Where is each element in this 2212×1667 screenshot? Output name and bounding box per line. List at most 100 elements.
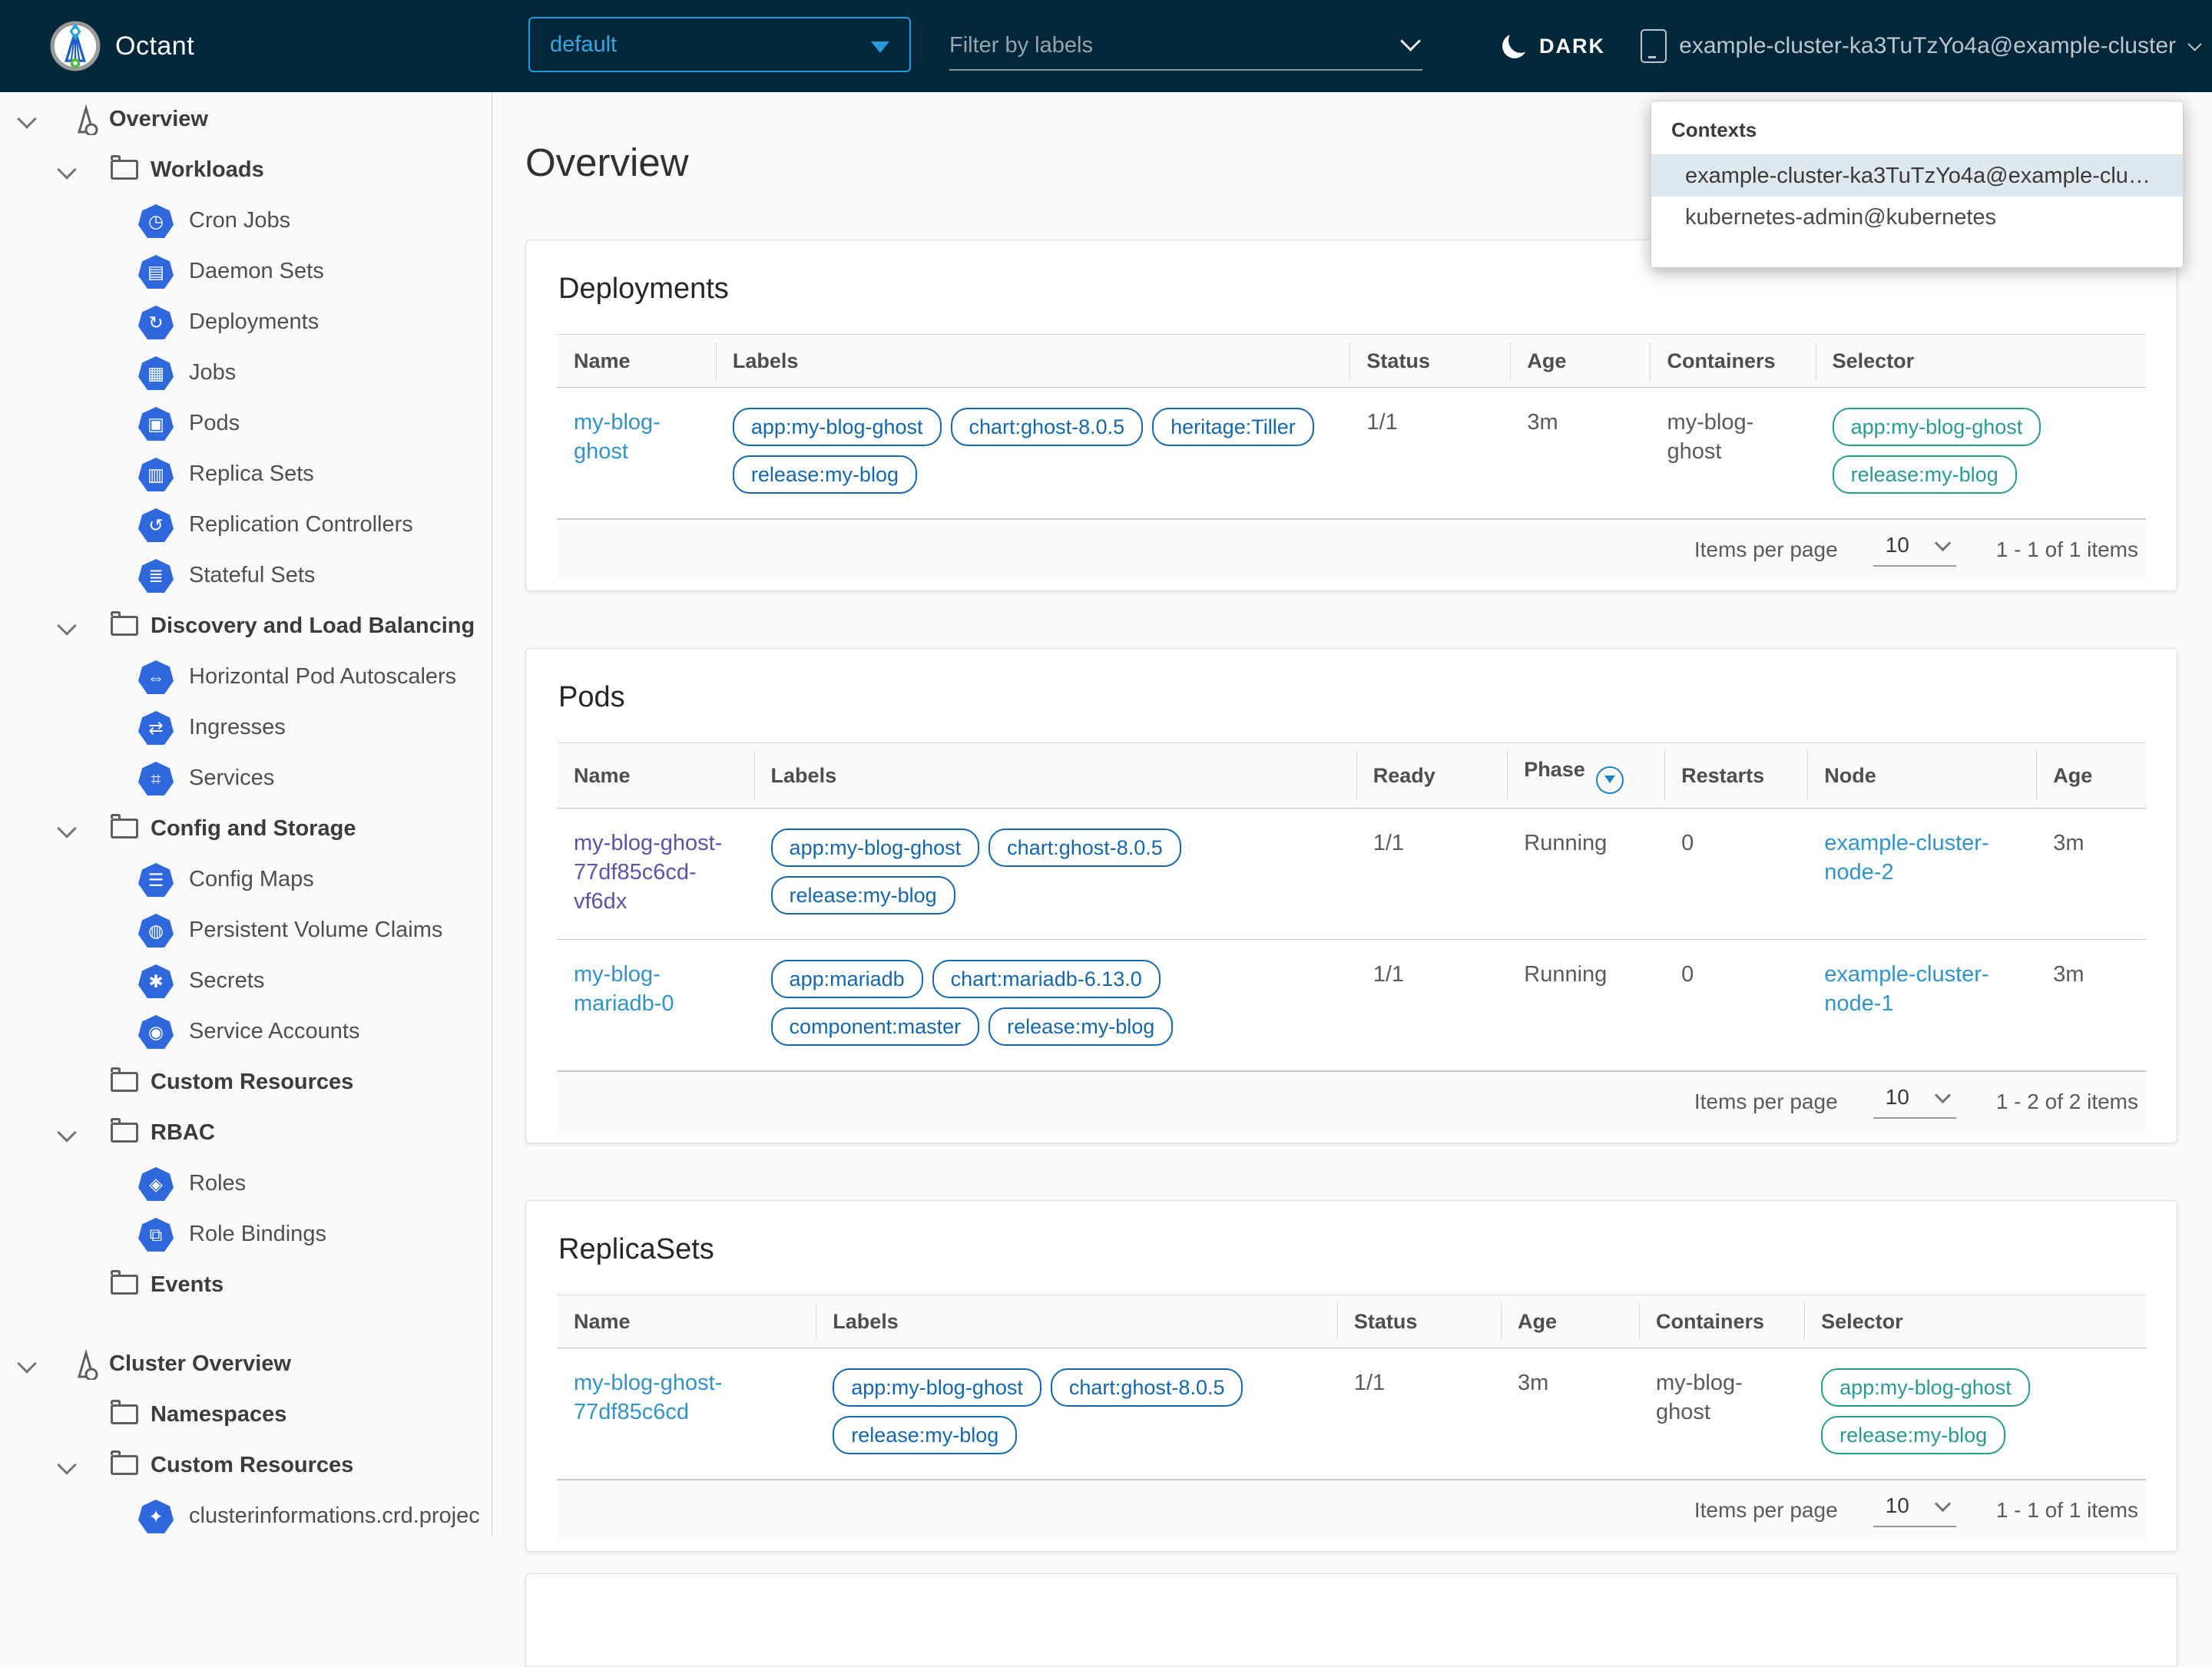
page-size-select[interactable]: 10 (1873, 1493, 1956, 1527)
sidebar-item-discovery-and-load-balancing[interactable]: Discovery and Load Balancing (0, 600, 492, 651)
items-per-page-label: Items per page (1694, 1498, 1838, 1523)
sidebar-item-roles[interactable]: ◈Roles (0, 1158, 492, 1209)
sidebar-item-ingresses[interactable]: ⇄Ingresses (0, 702, 492, 752)
table-cell: 3m (1510, 388, 1650, 519)
sidebar-item-overview[interactable]: Overview (0, 94, 492, 144)
sidebar-item-deployments[interactable]: ↻Deployments (0, 296, 492, 347)
table-cell: my-blog-ghost (557, 388, 716, 519)
label-badge: release:my-blog (733, 455, 917, 494)
caret-down-icon (871, 41, 889, 53)
table-pods: NameLabelsReadyPhaseRestartsNodeAgemy-bl… (557, 743, 2146, 1071)
label-badge: release:my-blog (771, 876, 955, 915)
filter-funnel-icon[interactable] (1596, 766, 1624, 794)
column-divider (1510, 342, 1511, 379)
namespace-selector[interactable]: default (528, 17, 911, 72)
label-filter-input[interactable]: Filter by labels (949, 21, 1422, 71)
resource-link[interactable]: my-blog-ghost (574, 410, 661, 464)
sidebar-item-custom-resources[interactable]: Custom Resources (0, 1440, 492, 1490)
deployments-icon: ↻ (138, 306, 174, 339)
page-size-select[interactable]: 10 (1873, 1085, 1956, 1119)
sidebar-item-workloads[interactable]: Workloads (0, 144, 492, 195)
label-filter-placeholder: Filter by labels (949, 33, 1093, 58)
resource-link[interactable]: my-blog-ghost-77df85c6cd (574, 1371, 722, 1424)
sidebar-item-services[interactable]: ⌗ Services (0, 752, 492, 803)
column-header-age: Age (1501, 1295, 1639, 1348)
chevron-down-icon[interactable] (57, 819, 76, 838)
label-badge: chart:mariadb-6.13.0 (932, 960, 1161, 998)
sidebar-item-config-and-storage[interactable]: Config and Storage (0, 803, 492, 854)
sidebar-item-namespaces[interactable]: Namespaces (0, 1389, 492, 1440)
chevron-down-icon[interactable] (17, 109, 36, 128)
sidebar-item-label: Services (189, 766, 274, 791)
sidebar-item-label: Config Maps (189, 867, 314, 892)
sidebar-item-jobs[interactable]: ▦Jobs (0, 347, 492, 398)
chevron-down-icon (1400, 31, 1421, 51)
sidebar-item-secrets[interactable]: ✱Secrets (0, 955, 492, 1006)
table-cell: 1/1 (1349, 388, 1510, 519)
theme-toggle-button[interactable]: DARK (1502, 0, 1605, 92)
table-row: my-blog-mariadb-0app:mariadbchart:mariad… (557, 940, 2146, 1071)
table-row: my-blog-ghost-77df85c6cd app:my-blog-ghos… (557, 1348, 2146, 1480)
sidebar-item-stateful-sets[interactable]: ≣Stateful Sets (0, 550, 492, 600)
label-badge: component:master (771, 1007, 980, 1046)
contexts-dropdown-title: Contexts (1651, 114, 2183, 155)
pagination-range: 1 - 1 of 1 items (1996, 1498, 2138, 1523)
table-cell: 1/1 (1337, 1348, 1501, 1480)
table-row: my-blog-ghostapp:my-blog-ghostchart:ghos… (557, 388, 2146, 519)
context-menu-item[interactable]: kubernetes-admin@kubernetes (1651, 197, 2183, 238)
label-badge: app:my-blog-ghost (733, 408, 942, 446)
sidebar-item-events[interactable]: Events (0, 1259, 492, 1310)
chevron-down-icon[interactable] (57, 160, 76, 179)
sidebar-item-label: Persistent Volume Claims (189, 918, 442, 943)
sidebar-item-rbac[interactable]: RBAC (0, 1107, 492, 1158)
sidebar-item-replica-sets[interactable]: ▥Replica Sets (0, 448, 492, 499)
context-switcher[interactable]: example-cluster-ka3TuTzYo4a@example-clus… (1641, 0, 2200, 92)
table-deployments: NameLabelsStatusAgeContainersSelectormy-… (557, 334, 2146, 519)
sidebar-item-horizontal-pod-autoscalers[interactable]: ⇔Horizontal Pod Autoscalers (0, 651, 492, 702)
applications-icon (66, 104, 100, 135)
resource-link[interactable]: example-cluster-node-2 (1824, 831, 1988, 885)
chevron-down-icon[interactable] (57, 616, 76, 635)
chevron-down-icon[interactable] (17, 1354, 36, 1373)
sidebar-item-service-accounts[interactable]: ◉Service Accounts (0, 1006, 492, 1057)
sidebar-item-label: Pods (189, 411, 240, 436)
column-divider (1650, 342, 1651, 379)
selector-badge: app:my-blog-ghost (1821, 1368, 2030, 1407)
resource-link[interactable]: my-blog-ghost-77df85c6cd-vf6dx (574, 831, 722, 914)
resource-link[interactable]: example-cluster-node-1 (1824, 962, 1988, 1016)
column-header-label: Age (1527, 349, 1566, 372)
folder-icon (111, 819, 138, 838)
sidebar-item-config-maps[interactable]: ☰Config Maps (0, 854, 492, 905)
page-size-select[interactable]: 10 (1873, 533, 1956, 567)
services-icon: ⌗ (138, 762, 174, 795)
column-header-label: Name (574, 349, 631, 372)
column-header-selector: Selector (1804, 1295, 2146, 1348)
sidebar-item-replication-controllers[interactable]: ↺Replication Controllers (0, 499, 492, 550)
table-row: my-blog-ghost-77df85c6cd-vf6dx app:my-blo… (557, 809, 2146, 940)
folder-icon (111, 1455, 138, 1475)
chevron-down-icon (1935, 1495, 1951, 1511)
folder-icon (111, 1123, 138, 1143)
context-menu-item[interactable]: example-cluster-ka3TuTzYo4a@example-clu… (1651, 155, 2183, 197)
column-header-labels: Labels (754, 743, 1356, 809)
column-divider (1664, 751, 1665, 800)
statefulsets-icon: ≣ (138, 559, 174, 593)
label-badge: app:my-blog-ghost (833, 1368, 1041, 1407)
items-per-page-label: Items per page (1694, 1090, 1838, 1114)
sidebar-item-cron-jobs[interactable]: ◷Cron Jobs (0, 195, 492, 246)
sidebar-item-label: Events (151, 1272, 224, 1298)
sidebar-item-custom-resources[interactable]: Custom Resources (0, 1057, 492, 1107)
chevron-down-icon[interactable] (57, 1455, 76, 1474)
resource-link[interactable]: my-blog-mariadb-0 (574, 962, 674, 1016)
sidebar-item-label: Discovery and Load Balancing (151, 614, 475, 639)
chevron-down-icon[interactable] (57, 1123, 76, 1142)
sidebar-item-pods[interactable]: ▣Pods (0, 398, 492, 448)
sidebar-item-label: Horizontal Pod Autoscalers (189, 664, 456, 690)
sidebar-item-daemon-sets[interactable]: ▤Daemon Sets (0, 246, 492, 296)
sidebar-item-persistent-volume-claims[interactable]: ◍Persistent Volume Claims (0, 905, 492, 955)
sidebar-item-cluster-overview[interactable]: Cluster Overview (0, 1338, 492, 1389)
label-badge: app:my-blog-ghost (771, 829, 980, 867)
sidebar-item-role-bindings[interactable]: ⧉Role Bindings (0, 1209, 492, 1259)
sidebar-item-clusterinformations-crd-projec[interactable]: ✦clusterinformations.crd.projec (0, 1490, 492, 1536)
sidebar-item-label: Daemon Sets (189, 259, 324, 284)
